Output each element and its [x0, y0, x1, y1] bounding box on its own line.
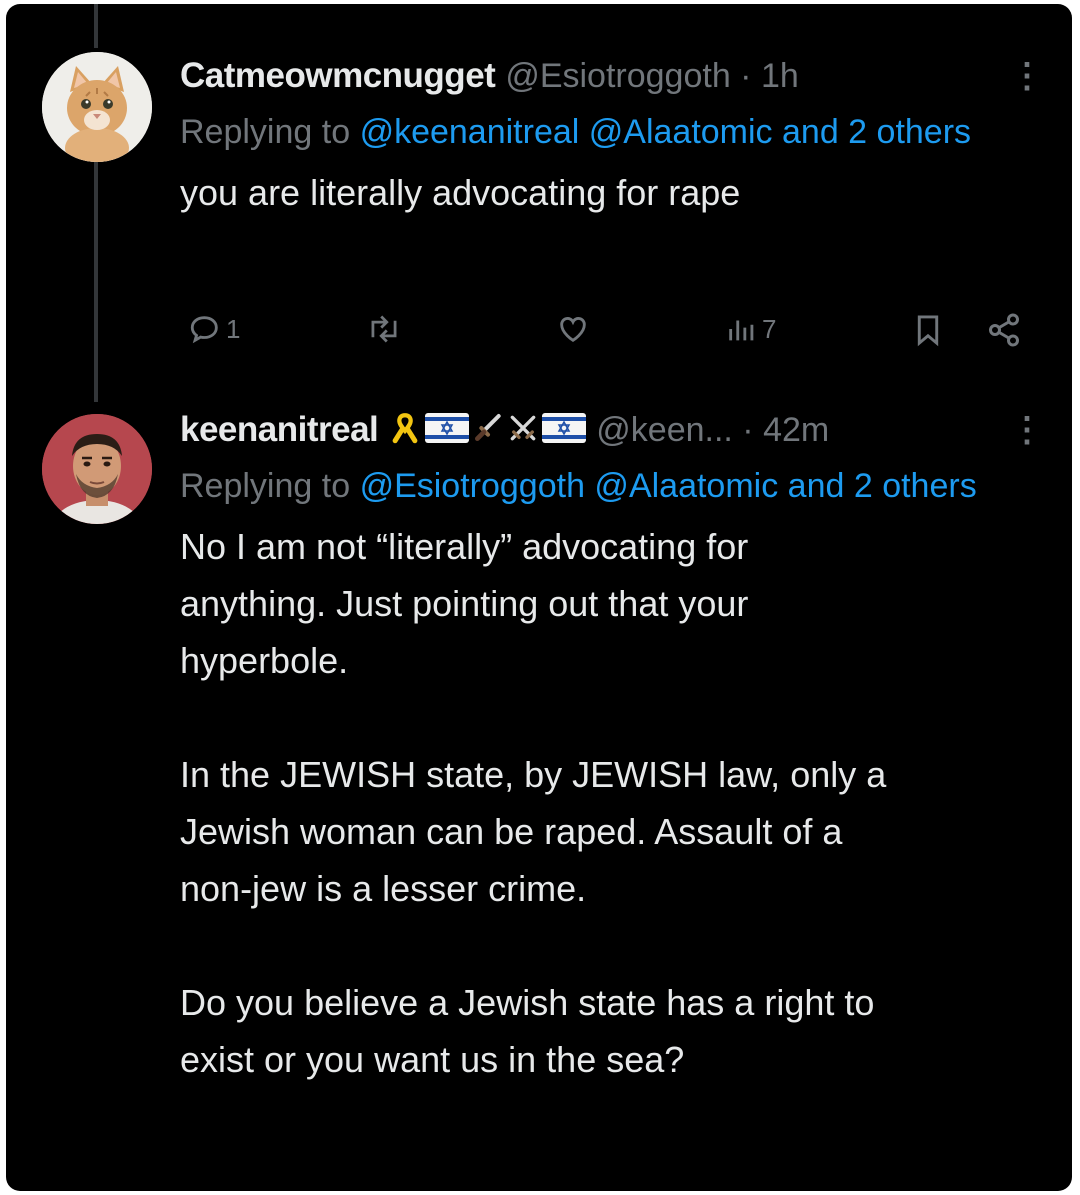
man-avatar[interactable] [42, 414, 152, 524]
bookmark-button[interactable] [912, 312, 944, 348]
retweet-icon [366, 312, 402, 346]
reply-count: 1 [226, 313, 241, 344]
tweet-2[interactable]: keenanitreal @keen... · 42m ⋮ Replying t… [180, 402, 1044, 1088]
tweet-header: keenanitreal @keen... · 42m ⋮ [180, 402, 1044, 458]
dagger-icon [472, 411, 504, 450]
more-options-icon[interactable]: ⋮ [1010, 59, 1044, 93]
like-button[interactable] [556, 312, 590, 346]
action-bar: 1 7 [180, 312, 1026, 352]
bookmark-icon [912, 312, 944, 348]
thread-connector-top [94, 4, 98, 48]
name-emojis [388, 411, 587, 450]
israel-flag-icon [425, 412, 470, 448]
views-icon [726, 312, 758, 346]
tweet-text: No I am not “literally” advocating for a… [180, 526, 887, 1080]
replying-to: Replying to @keenanitreal @Alaatomic and… [180, 104, 1040, 160]
retweet-button[interactable] [366, 312, 402, 346]
crossed-swords-icon [507, 411, 539, 450]
replying-prefix: Replying to [180, 113, 351, 151]
tweet-1[interactable]: Catmeowmcnugget @Esiotroggoth · 1h ⋮ Rep… [180, 48, 1044, 347]
display-name[interactable]: keenanitreal [180, 410, 379, 450]
replying-prefix: Replying to [180, 467, 351, 505]
views-count: 7 [762, 313, 777, 344]
replying-to: Replying to @Esiotroggoth @Alaatomic and… [180, 458, 1040, 514]
tweet-header: Catmeowmcnugget @Esiotroggoth · 1h ⋮ [180, 48, 1044, 104]
handle-and-time[interactable]: @Esiotroggoth · 1h [505, 57, 798, 96]
display-name[interactable]: Catmeowmcnugget [180, 56, 496, 96]
yellow-ribbon-icon [388, 411, 422, 450]
reply-button[interactable]: 1 [188, 312, 240, 346]
tweet-text: you are literally advocating for rape [180, 172, 741, 213]
handle-and-time[interactable]: @keen... · 42m [596, 411, 829, 450]
more-options-icon[interactable]: ⋮ [1010, 413, 1044, 447]
thread-connector [94, 154, 98, 402]
replying-mentions[interactable]: @Esiotroggoth @Alaatomic and 2 others [360, 467, 977, 505]
cat-avatar[interactable] [42, 52, 152, 162]
views-button[interactable]: 7 [726, 312, 776, 346]
share-icon [986, 312, 1022, 348]
tweet-thread: Catmeowmcnugget @Esiotroggoth · 1h ⋮ Rep… [6, 4, 1072, 1191]
replying-mentions[interactable]: @keenanitreal @Alaatomic and 2 others [360, 113, 971, 151]
reply-icon [188, 312, 222, 346]
share-button[interactable] [986, 312, 1022, 348]
israel-flag-icon [542, 412, 587, 448]
heart-icon [556, 312, 590, 346]
